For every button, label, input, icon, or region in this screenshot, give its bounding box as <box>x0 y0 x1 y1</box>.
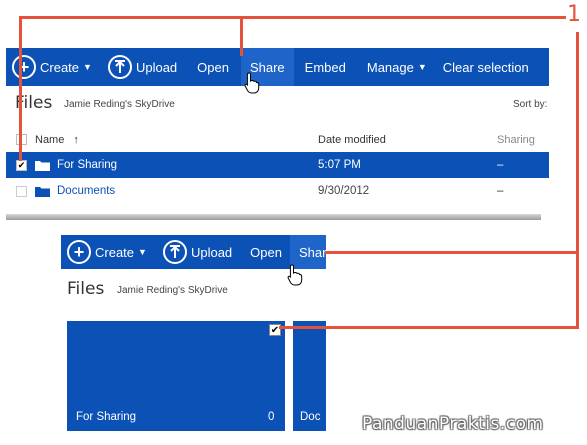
open-button[interactable]: Open <box>240 235 290 269</box>
clear-selection-button[interactable]: Clear selection <box>435 48 537 86</box>
callout-line <box>19 16 566 19</box>
upload-icon <box>107 55 132 79</box>
column-header-name[interactable]: Name ↑ <box>35 134 79 146</box>
create-label: Create <box>95 244 135 260</box>
callout-line <box>279 326 579 329</box>
upload-icon <box>162 240 187 264</box>
owner-label: Jamie Reding's SkyDrive <box>64 99 175 110</box>
command-bar: + Create ▼ Upload Open Share Embed Manag… <box>6 48 549 86</box>
upload-label: Upload <box>135 59 178 75</box>
owner-label: Jamie Reding's SkyDrive <box>117 285 228 296</box>
folder-icon <box>35 160 50 171</box>
sort-arrow-icon: ↑ <box>73 134 79 146</box>
embed-label: Embed <box>304 59 346 75</box>
hand-pointer-icon <box>287 264 303 286</box>
hand-pointer-icon <box>244 72 260 94</box>
chevron-down-icon: ▼ <box>83 62 92 72</box>
callout-line <box>240 16 243 56</box>
manage-label: Manage <box>366 59 414 75</box>
open-label: Open <box>197 59 229 75</box>
list-view-screenshot: + Create ▼ Upload Open Share Embed Manag… <box>6 48 549 220</box>
chevron-down-icon: ▼ <box>417 62 427 72</box>
watermark: PanduanPraktis.com <box>362 414 544 434</box>
callout-line <box>325 251 579 254</box>
row-checkbox[interactable]: ✔ <box>16 159 27 171</box>
upload-button[interactable]: Upload <box>100 48 185 86</box>
row-sharing: – <box>497 159 504 171</box>
create-button[interactable]: + Create ▼ <box>61 235 155 269</box>
plus-icon: + <box>12 55 36 79</box>
callout-number: 1 <box>567 2 581 27</box>
chevron-down-icon: ▼ <box>138 247 147 257</box>
plus-icon: + <box>67 240 91 264</box>
row-sharing: – <box>497 185 504 197</box>
callout-line <box>19 16 22 161</box>
open-button[interactable]: Open <box>185 48 237 86</box>
share-label: Share <box>298 244 326 260</box>
table-row[interactable]: ✔ For Sharing 5:07 PM – <box>6 152 549 178</box>
row-checkbox[interactable] <box>16 185 27 197</box>
sort-by-menu[interactable]: Sort by: <box>513 99 547 110</box>
tile-name: For Sharing <box>76 411 137 423</box>
column-header-sharing[interactable]: Sharing <box>497 134 535 146</box>
column-name-label: Name <box>35 134 65 146</box>
tile-count: 0 <box>268 411 275 423</box>
folder-icon <box>35 186 50 197</box>
callout-line <box>576 32 579 329</box>
row-name: For Sharing <box>57 159 118 171</box>
row-name: Documents <box>57 185 116 197</box>
upload-button[interactable]: Upload <box>155 235 240 269</box>
clear-selection-label: Clear selection <box>442 59 529 75</box>
tile-name: Doc <box>300 411 321 423</box>
column-header-date[interactable]: Date modified <box>318 134 386 146</box>
create-label: Create <box>40 59 80 75</box>
upload-label: Upload <box>190 244 233 260</box>
embed-button[interactable]: Embed <box>294 48 354 86</box>
divider <box>6 214 541 220</box>
page-title: Files <box>67 279 105 299</box>
manage-button[interactable]: Manage ▼ <box>354 48 435 86</box>
table-row[interactable]: Documents 9/30/2012 – <box>6 178 549 204</box>
row-date: 9/30/2012 <box>318 185 370 197</box>
row-date: 5:07 PM <box>318 159 361 171</box>
open-label: Open <box>250 244 282 260</box>
